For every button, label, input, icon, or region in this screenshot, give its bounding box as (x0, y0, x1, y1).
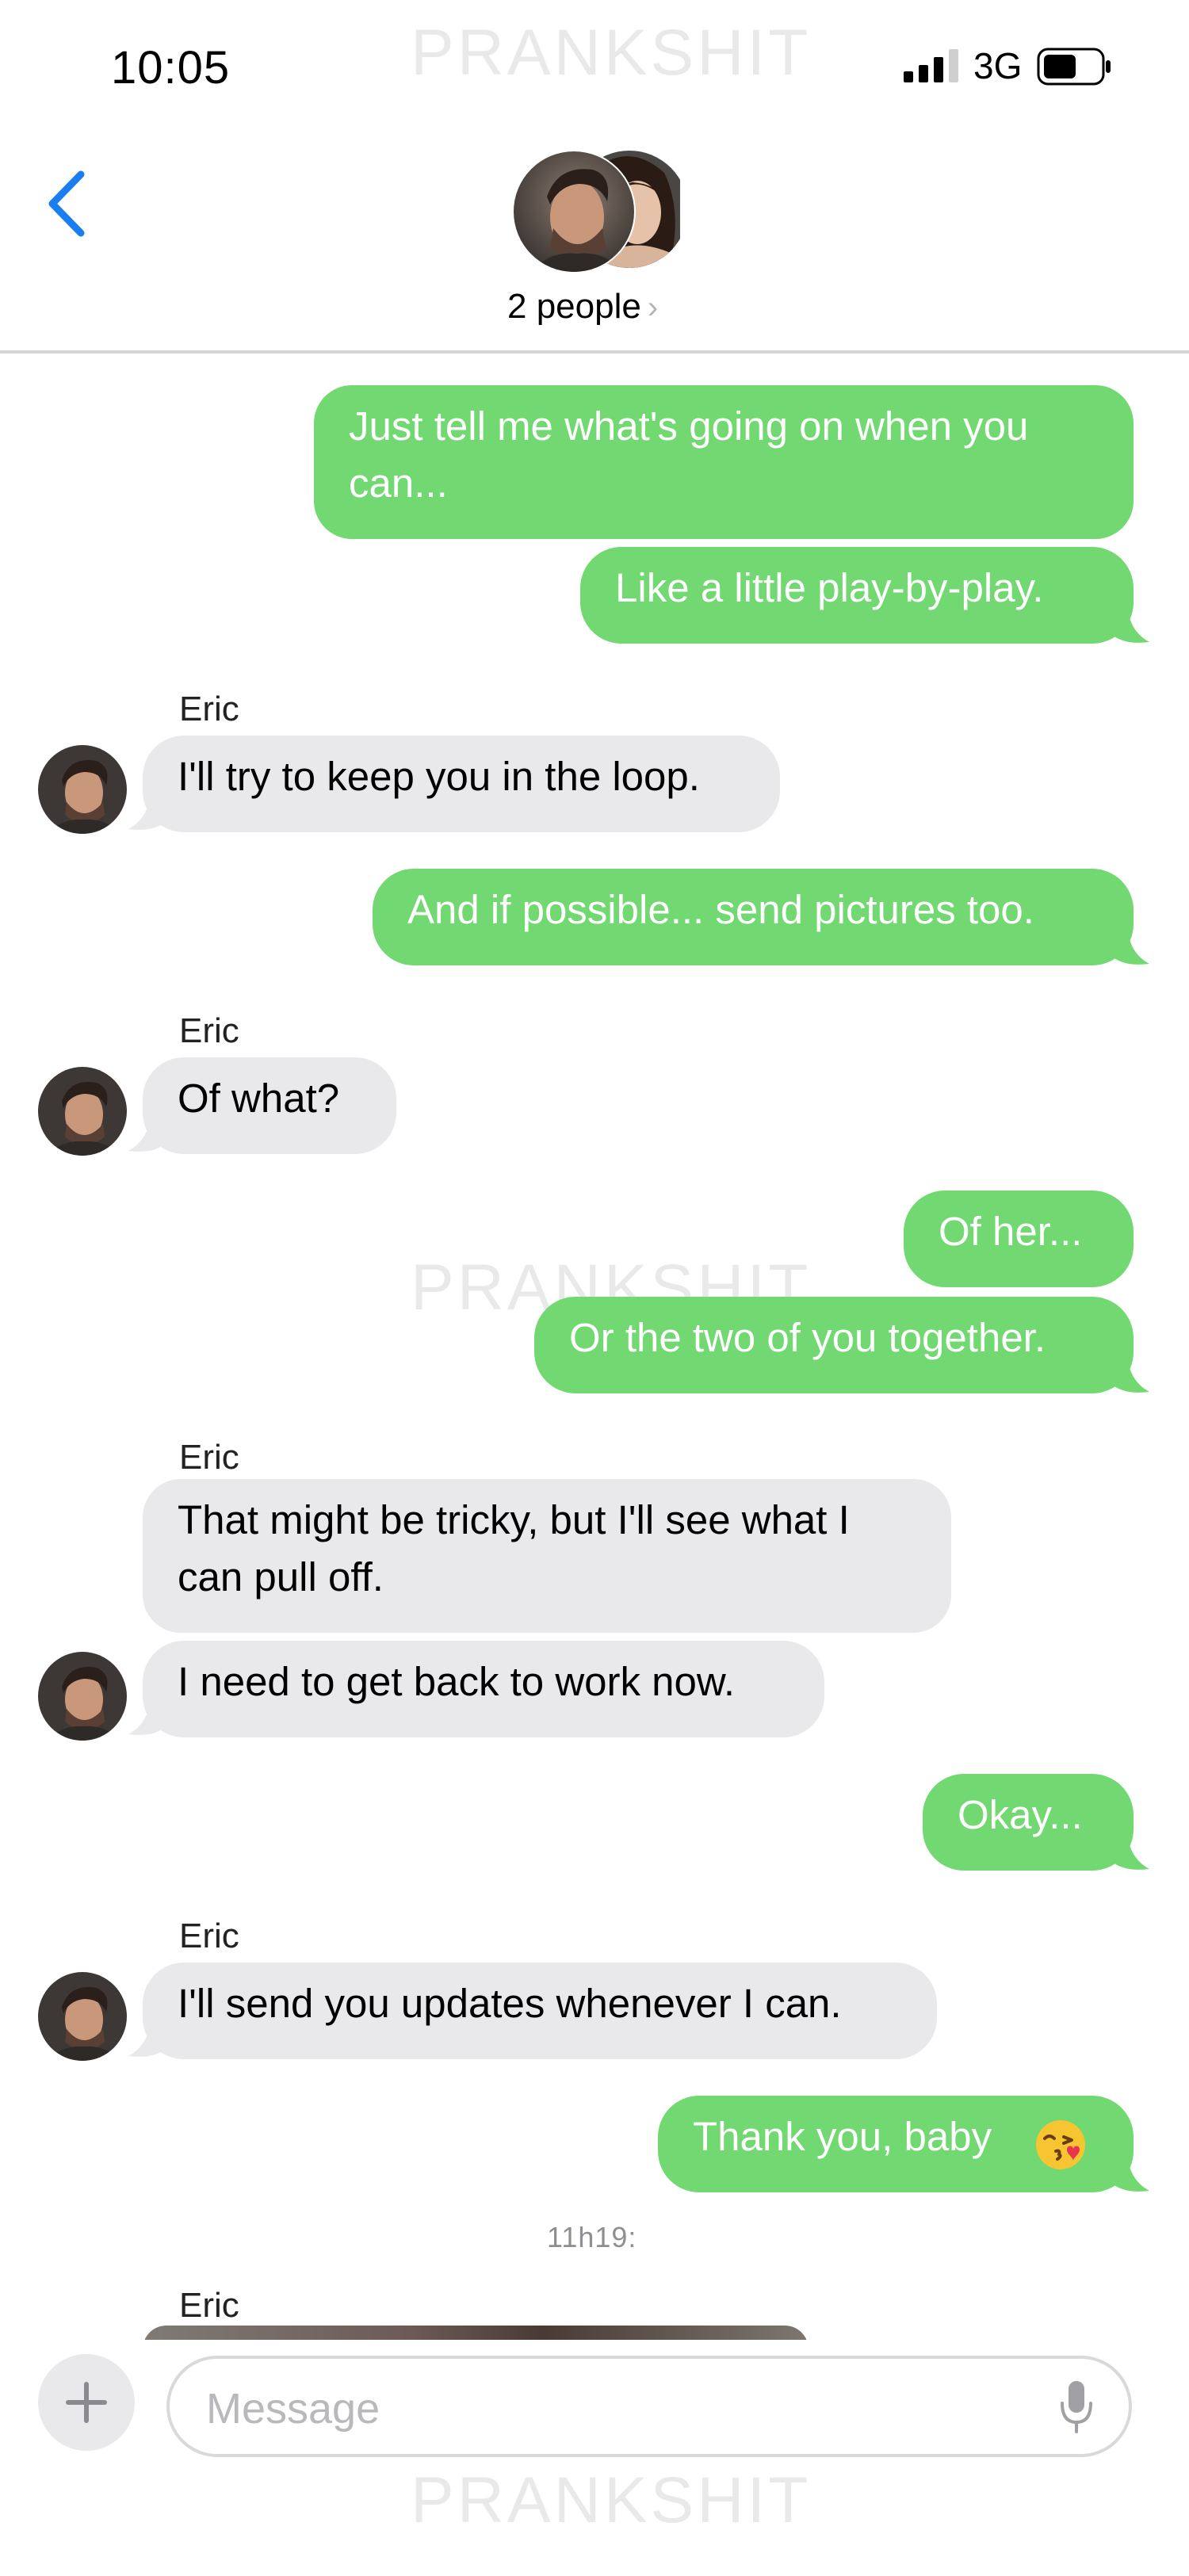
sender-name: Eric (179, 2286, 239, 2325)
avatar[interactable] (38, 1972, 127, 2061)
message-bubble-sent[interactable]: Just tell me what's going on when you ca… (314, 385, 1134, 539)
add-attachment-button[interactable] (38, 2354, 135, 2451)
sender-name: Eric (179, 690, 239, 728)
message-bubble-sent[interactable]: Like a little play-by-play. (580, 547, 1134, 644)
plus-icon (66, 2382, 107, 2423)
message-bubble-received[interactable]: I'll try to keep you in the loop. (143, 736, 780, 832)
image-attachment[interactable] (143, 2326, 809, 2340)
message-bubble-sent[interactable]: Or the two of you together. (534, 1297, 1134, 1393)
message-bubble-received[interactable]: I'll send you updates whenever I can. (143, 1963, 937, 2059)
message-text: Like a little play-by-play. (615, 565, 1044, 610)
message-text: I'll try to keep you in the loop. (178, 754, 700, 799)
avatar[interactable] (38, 1067, 127, 1156)
message-text: can pull off. (178, 1554, 384, 1599)
watermark-bottom: PRANKSHIT (411, 2464, 812, 2536)
bubble-tail (1111, 2153, 1149, 2192)
bubble-tail (1111, 1354, 1149, 1393)
message-placeholder: Message (206, 2385, 380, 2433)
header-divider (0, 350, 1189, 354)
group-avatar-image (512, 150, 688, 273)
watermark-top: PRANKSHIT (411, 17, 812, 89)
avatar[interactable] (38, 1652, 127, 1741)
bubble-tail (1111, 926, 1149, 965)
message-text: can... (349, 461, 448, 506)
kissing-face-with-heart-icon (1036, 2120, 1085, 2169)
message-text: I'll send you updates whenever I can. (178, 1981, 842, 2026)
sender-name: Eric (179, 1917, 239, 1955)
group-avatar[interactable] (512, 149, 688, 274)
sender-name: Eric (179, 1011, 239, 1050)
participants-label: 2 people (507, 287, 641, 326)
participants-button[interactable]: 2 people › (507, 287, 658, 327)
message-bubble-received[interactable]: I need to get back to work now. (143, 1641, 824, 1737)
message-text: Thank you, baby (693, 2114, 992, 2159)
message-text: That might be tricky, but I'll see what … (178, 1497, 850, 1542)
bubble-tail (1111, 604, 1149, 643)
message-text: Okay... (958, 1792, 1083, 1837)
message-bubble-sent[interactable]: Of her... (904, 1191, 1134, 1287)
message-text: I need to get back to work now. (178, 1659, 736, 1704)
microphone-icon[interactable] (1057, 2379, 1095, 2435)
message-text: Just tell me what's going on when you (349, 403, 1029, 449)
avatar[interactable] (38, 745, 127, 834)
message-bubble-sent[interactable]: Okay... (923, 1774, 1134, 1871)
message-text: Or the two of you together. (569, 1315, 1046, 1360)
timestamp: 11h19: (547, 2221, 637, 2253)
back-chevron-icon[interactable] (43, 168, 90, 239)
message-bubble-sent[interactable]: Thank you, baby (658, 2096, 1134, 2192)
battery-icon (1037, 48, 1111, 86)
message-text: Of her... (939, 1209, 1083, 1254)
sender-name: Eric (179, 1438, 239, 1477)
message-bubble-received[interactable]: Of what? (143, 1057, 396, 1154)
message-bubble-received[interactable]: That might be tricky, but I'll see what … (143, 1479, 951, 1633)
network-label: 3G (973, 45, 1023, 86)
signal-icon (904, 49, 958, 82)
chevron-right-icon: › (647, 290, 659, 325)
message-text: And if possible... send pictures too. (407, 887, 1034, 932)
message-text: Of what? (178, 1076, 340, 1121)
status-time: 10:05 (111, 42, 231, 94)
message-bubble-sent[interactable]: And if possible... send pictures too. (373, 869, 1134, 965)
bubble-tail (1111, 1831, 1149, 1870)
